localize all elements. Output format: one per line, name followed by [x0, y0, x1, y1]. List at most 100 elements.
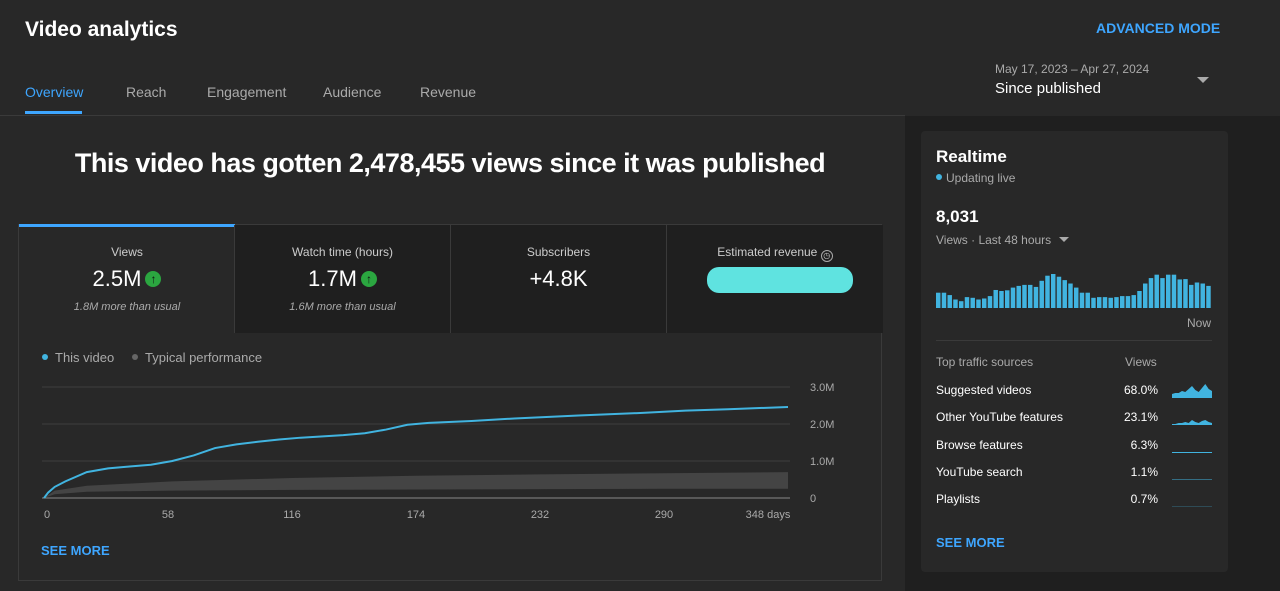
period-text: Views · Last 48 hours [936, 233, 1052, 247]
realtime-bar [1074, 287, 1079, 308]
metric-revenue[interactable]: Estimated revenue ◷ [666, 225, 883, 333]
arrow-up-icon: ↑ [145, 271, 162, 287]
traffic-source-pct: 23.1% [1123, 410, 1158, 425]
realtime-bar [1016, 285, 1021, 308]
traffic-source-pct: 1.1% [1130, 464, 1158, 479]
traffic-source-pct: 6.3% [1130, 437, 1158, 452]
realtime-title: Realtime [936, 147, 1007, 166]
traffic-source-sparkline [1172, 479, 1212, 480]
chevron-down-icon[interactable] [1197, 77, 1209, 83]
legend-text: This video [55, 350, 115, 365]
realtime-bar [1033, 286, 1039, 308]
advanced-mode-button[interactable]: ADVANCED MODE [1096, 20, 1220, 36]
sparkline-area [1172, 451, 1212, 453]
views-chart: 0 1.0M 2.0M 3.0M 0 58 116 174 232 290 348 days [42, 382, 834, 521]
metric-label: Views [111, 245, 143, 259]
realtime-bar [1131, 295, 1136, 308]
period-select[interactable]: Since published [995, 80, 1101, 97]
realtime-bar [964, 297, 970, 308]
realtime-bar-chart [936, 274, 1211, 308]
realtime-bar [1189, 284, 1194, 308]
realtime-bar [959, 301, 964, 308]
value-text: 2.5M [92, 266, 142, 291]
tab-engagement[interactable]: Engagement [207, 84, 286, 100]
realtime-bar [1010, 287, 1016, 308]
label-text: Estimated revenue [717, 245, 818, 259]
realtime-bar [1056, 276, 1062, 308]
realtime-bar [1154, 274, 1159, 308]
tab-overview[interactable]: Overview [25, 84, 83, 100]
traffic-source-name: Browse features [936, 437, 1023, 452]
realtime-bar [1091, 297, 1096, 308]
metric-label: Estimated revenue ◷ [667, 245, 883, 262]
y-tick-label: 1.0M [810, 456, 834, 468]
traffic-source-sparkline [1172, 420, 1212, 426]
legend-dot [42, 354, 48, 360]
realtime-bar [993, 289, 998, 308]
realtime-bar [999, 291, 1004, 308]
y-tick-label: 2.0M [810, 419, 834, 431]
sparkline-area [1172, 479, 1212, 480]
x-tick-label: 58 [162, 509, 174, 521]
x-tick-label: 174 [407, 509, 425, 521]
metric-sub: 1.6M more than usual [289, 301, 396, 313]
realtime-bar [1160, 278, 1165, 308]
realtime-bar [1108, 297, 1113, 308]
traffic-source-name: Other YouTube features [936, 410, 1063, 425]
realtime-bar [1114, 297, 1119, 308]
traffic-source-sparkline [1172, 451, 1212, 453]
legend-this-video: This video [42, 350, 114, 365]
see-more-button[interactable]: SEE MORE [41, 543, 110, 558]
metric-views[interactable]: Views 2.5M ↑ 1.8M more than usual [19, 224, 235, 333]
realtime-bar [976, 299, 981, 308]
realtime-bar [947, 295, 952, 308]
y-tick-label: 0 [810, 493, 816, 505]
traffic-source-pct: 0.7% [1130, 492, 1158, 507]
realtime-bar [987, 296, 993, 308]
metric-sub: 1.8M more than usual [73, 301, 181, 313]
legend-dot [132, 354, 138, 360]
realtime-period-select[interactable]: Views · Last 48 hours [936, 233, 1069, 247]
metric-value: 2.5M ↑ [19, 266, 235, 292]
tab-revenue[interactable]: Revenue [420, 84, 476, 100]
realtime-bar [970, 297, 975, 308]
y-tick-label: 3.0M [810, 382, 834, 394]
x-tick-label: 348 days [746, 509, 791, 521]
caret-down-icon [1058, 237, 1069, 242]
realtime-bar [1028, 284, 1033, 308]
realtime-bar [1171, 274, 1177, 308]
views-header: Views [1125, 355, 1157, 369]
metric-subscribers[interactable]: Subscribers +4.8K [450, 225, 666, 333]
metric-watch-time[interactable]: Watch time (hours) 1.7M ↑ 1.6M more than … [234, 225, 450, 333]
active-tab-indicator [25, 111, 82, 114]
traffic-source-name: YouTube search [936, 464, 1023, 479]
realtime-bar [982, 298, 987, 308]
x-tick-label: 232 [531, 509, 549, 521]
realtime-bar [1079, 292, 1085, 308]
header-divider [0, 115, 905, 116]
traffic-source-sparkline [1172, 384, 1212, 398]
metric-label: Subscribers [526, 245, 591, 259]
live-dot [936, 174, 942, 180]
realtime-see-more-button[interactable]: SEE MORE [936, 535, 1005, 550]
metric-value: +4.8K [529, 266, 588, 291]
traffic-source-sparkline [1172, 506, 1212, 508]
realtime-bar [1166, 274, 1171, 308]
redacted-value [707, 267, 853, 293]
traffic-source-pct: 68.0% [1123, 383, 1158, 397]
realtime-bar [1005, 290, 1010, 308]
page-title: Video analytics [25, 18, 178, 41]
realtime-bar [1206, 285, 1211, 308]
date-range: May 17, 2023 – Apr 27, 2024 [995, 62, 1150, 76]
realtime-bar [1120, 296, 1125, 308]
realtime-bar [1068, 283, 1073, 308]
realtime-bar [1177, 279, 1182, 308]
status-text: Updating live [946, 171, 1016, 185]
realtime-status: Updating live [936, 171, 1015, 185]
tab-audience[interactable]: Audience [323, 84, 381, 100]
selected-indicator [19, 224, 235, 227]
realtime-bar [1148, 278, 1154, 308]
typical-performance-band [44, 472, 788, 498]
tab-reach[interactable]: Reach [126, 84, 166, 100]
divider [936, 340, 1212, 341]
